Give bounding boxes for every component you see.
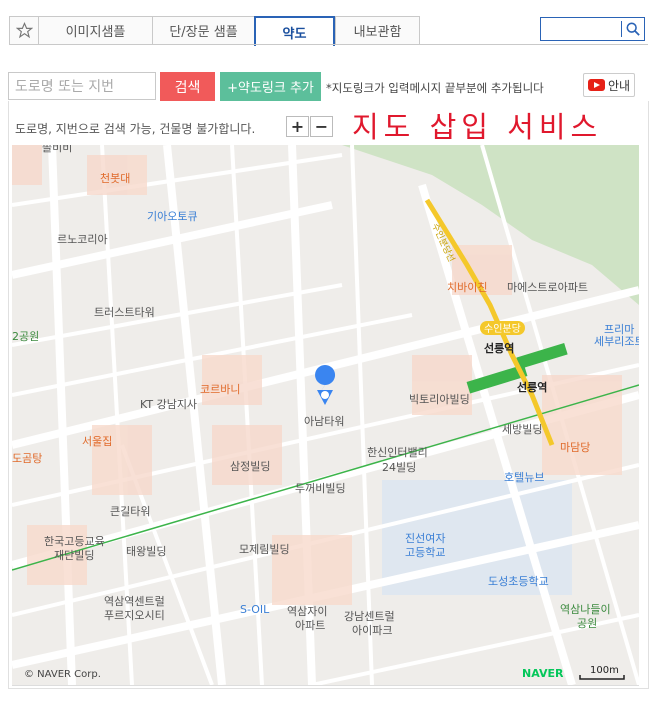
add-map-link-button[interactable]: +약도링크 추가 <box>220 72 321 101</box>
map-label: 고등학교 <box>405 546 445 559</box>
map-label: 기아오토큐 <box>147 210 198 223</box>
map-label: S-OIL <box>240 603 270 616</box>
map-label: 천봇대 <box>100 171 130 185</box>
tab-image-sample[interactable]: 이미지샘플 <box>38 16 152 45</box>
map-label: 호텔뉴브 <box>504 471 544 484</box>
search-hint: 도로명, 지번으로 검색 가능, 건물명 불가합니다. <box>15 122 256 136</box>
map-label: 재단빌딩 <box>54 549 94 562</box>
map-label: 솔비비 <box>42 145 72 154</box>
tab-my-storage[interactable]: 내보관함 <box>335 16 420 45</box>
map-label: 역삼자이 <box>287 605 327 618</box>
address-input[interactable]: 도로명 또는 지번 <box>8 72 156 100</box>
page-title: 지도 삽입 서비스 <box>352 110 603 144</box>
map-label: 아남타워 <box>304 415 344 428</box>
tab-text-sample[interactable]: 단/장문 샘플 <box>152 16 254 45</box>
map-link-note: *지도링크가 입력메시지 끝부분에 추가됩니다 <box>326 81 544 95</box>
tab-favorites[interactable] <box>9 16 38 45</box>
map-label: 역삼나들이 <box>560 603 611 616</box>
map-label: 강남센트럴 <box>344 610 395 623</box>
map-label: 모제림빌딩 <box>239 543 290 556</box>
top-search-input[interactable] <box>541 18 621 40</box>
youtube-icon <box>587 79 605 91</box>
map-label: 도곰탕 <box>12 452 42 465</box>
map-label: 수인분당 <box>484 323 521 335</box>
map-label: 아이파크 <box>352 624 392 637</box>
search-icon <box>626 22 640 36</box>
map-label: 선릉역 <box>484 341 514 355</box>
scale-label: 100m <box>590 665 619 676</box>
map-label: 한국고등교육 <box>44 535 105 548</box>
tab-map[interactable]: 약도 <box>254 16 335 46</box>
map-label: KT 강남지사 <box>140 398 197 411</box>
map-canvas[interactable]: 솔비비 천봇대 기아오토큐 르노코리아 트러스트타워 2공원 코르바니 KT 강… <box>12 145 639 686</box>
zoom-in-button[interactable]: + <box>286 116 309 137</box>
map-label: 트러스트타워 <box>94 306 155 319</box>
map-label: 삼정빌딩 <box>230 460 270 473</box>
map-copyright: © NAVER Corp. <box>24 669 101 680</box>
location-marker <box>315 365 336 405</box>
map-label: 태왕빌딩 <box>126 545 166 558</box>
map-label: 큰길타워 <box>110 505 150 518</box>
top-search-box <box>540 17 645 41</box>
map-label: 공원 <box>577 617 597 630</box>
guide-button[interactable]: 안내 <box>583 73 635 97</box>
map-label: 도성초등학교 <box>488 575 549 588</box>
guide-label: 안내 <box>607 78 631 93</box>
map-label: 선릉역 <box>517 380 547 394</box>
map-label: 치바이친 <box>447 281 487 294</box>
search-button[interactable]: 검색 <box>160 72 215 101</box>
map-label: 서울집 <box>82 435 112 448</box>
map-label: 마에스트로아파트 <box>507 281 588 294</box>
map-label: 아파트 <box>295 619 325 632</box>
tab-divider <box>9 44 648 45</box>
map-label: 진선여자 <box>405 532 445 545</box>
map-label: 두꺼비빌딩 <box>295 482 346 495</box>
map-label: 마담당 <box>560 441 590 454</box>
map-label: 코르바니 <box>200 383 240 396</box>
map-label: 세방빌딩 <box>502 423 542 436</box>
map-label: 빅토리아빌딩 <box>409 393 470 406</box>
star-icon <box>15 22 33 39</box>
map-label: 역삼역센트럴 <box>104 595 165 608</box>
map-label: 푸르지오시티 <box>104 609 165 622</box>
map-label: 세부리조트 <box>594 335 639 348</box>
zoom-out-button[interactable]: − <box>310 116 333 137</box>
map-label: 24빌딩 <box>382 461 416 474</box>
tab-bar: 이미지샘플 단/장문 샘플 약도 내보관함 <box>9 16 420 46</box>
map-label: 르노코리아 <box>57 233 108 246</box>
top-search-button[interactable] <box>622 18 644 40</box>
map-label: 2공원 <box>12 330 39 343</box>
map-label: 한신인터밸리 <box>367 446 428 459</box>
naver-logo: NAVER <box>522 667 564 680</box>
